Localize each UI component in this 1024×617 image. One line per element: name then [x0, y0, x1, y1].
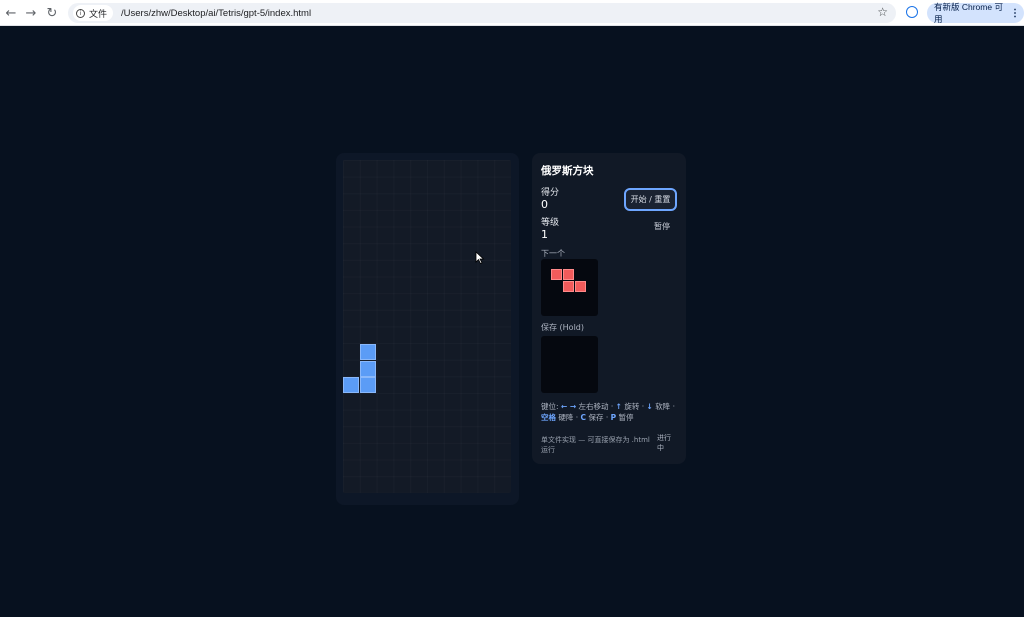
active-piece-cell — [360, 361, 376, 377]
left-right-key: ← → — [560, 402, 577, 411]
c-key: C — [580, 413, 587, 422]
hold-label: 保存 (Hold) — [541, 323, 584, 332]
score-label: 得分 — [541, 188, 560, 198]
game-status: 进行中 — [657, 434, 671, 452]
key-help: 键位: ← → 左右移动 · ↑ 旋转 · ↓ 软降 · 空格 硬降 · C 保… — [541, 402, 675, 422]
active-piece-cell — [360, 344, 376, 360]
hold-piece-preview — [541, 336, 598, 393]
site-chip-label: 文件 — [89, 9, 108, 20]
info-icon: i — [76, 8, 85, 18]
start-reset-button[interactable]: 开始 / 重置 — [624, 188, 677, 211]
forward-icon[interactable]: → — [21, 3, 41, 23]
game-title: 俄罗斯方块 — [541, 165, 594, 177]
active-piece-cell — [343, 377, 359, 393]
down-key: ↓ — [646, 402, 653, 411]
keys-prefix: 键位: — [541, 402, 559, 411]
p-key: P — [610, 413, 617, 422]
mouse-cursor-icon — [475, 251, 485, 265]
next-piece-cell — [563, 281, 574, 292]
next-piece-cell — [575, 281, 586, 292]
reload-icon[interactable]: ↻ — [42, 3, 62, 23]
game-board — [343, 160, 511, 493]
address-bar[interactable]: i 文件 /Users/zhw/Desktop/ai/Tetris/gpt-5/… — [68, 3, 896, 23]
profile-icon[interactable] — [906, 6, 918, 18]
back-icon[interactable]: ← — [1, 3, 21, 23]
next-piece-cell — [563, 269, 574, 280]
score-value: 0 — [541, 198, 548, 211]
browser-toolbar: ← → ↻ i 文件 /Users/zhw/Desktop/ai/Tetris/… — [0, 0, 1024, 26]
level-value: 1 — [541, 228, 548, 241]
next-piece-preview — [541, 259, 598, 316]
active-piece-cell — [360, 377, 376, 393]
up-key: ↑ — [615, 402, 622, 411]
next-label: 下一个 — [541, 249, 565, 258]
chrome-update-button[interactable]: 有新版 Chrome 可用 ⋮ — [927, 2, 1024, 24]
pause-button[interactable]: 暂停 — [648, 219, 676, 233]
hold-text: 保存 — [588, 413, 604, 422]
rotate-text: 旋转 — [624, 402, 640, 411]
site-info-chip[interactable]: i 文件 — [73, 5, 114, 21]
next-piece-cell — [551, 269, 562, 280]
hard-drop-text: 硬降 — [558, 413, 574, 422]
space-key: 空格 — [541, 413, 556, 422]
pause-text: 暂停 — [618, 413, 634, 422]
url-text[interactable]: /Users/zhw/Desktop/ai/Tetris/gpt-5/index… — [121, 8, 311, 19]
footer-note: 单文件实现 — 可直接保存为 .html 运行 — [541, 436, 650, 454]
menu-dots-icon[interactable]: ⋮ — [1010, 8, 1020, 19]
update-label: 有新版 Chrome 可用 — [934, 2, 1003, 24]
move-text: 左右移动 — [578, 402, 609, 411]
star-icon[interactable]: ☆ — [877, 5, 888, 19]
soft-drop-text: 软降 — [655, 402, 671, 411]
level-label: 等级 — [541, 218, 560, 228]
